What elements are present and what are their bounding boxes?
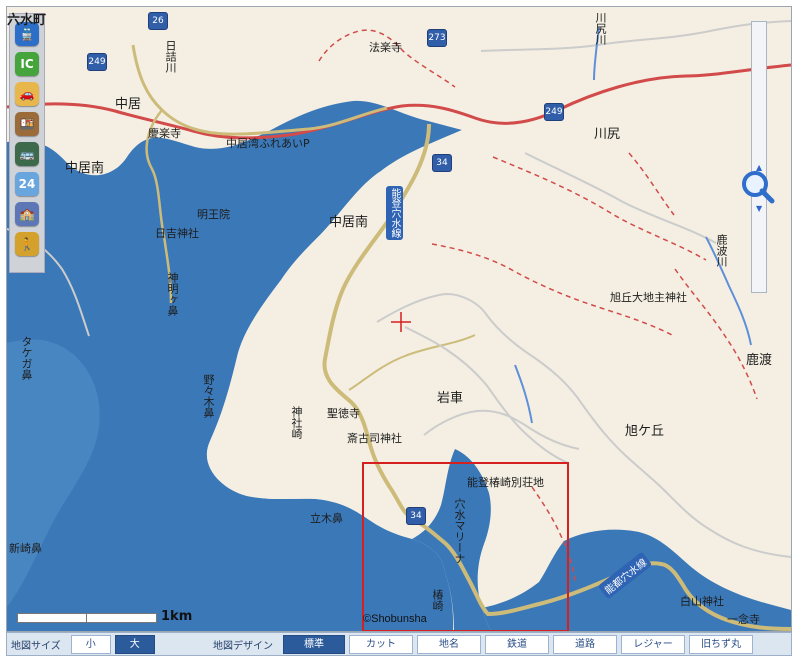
- poi-label: 神社崎: [290, 406, 303, 439]
- ic-icon[interactable]: IC: [15, 52, 39, 76]
- poi-label: 慶楽寺: [148, 127, 181, 140]
- left-toolbar: 🚆 IC 🚗 🍱 🚌 24 🏫 🚶: [9, 13, 45, 273]
- map-size-label: 地図サイズ: [11, 640, 61, 652]
- poi-label: 明王院: [197, 208, 230, 221]
- magnifier-icon[interactable]: [741, 170, 777, 206]
- route-marker: 273: [427, 29, 447, 47]
- poi-label: 一念寺: [727, 613, 760, 626]
- size-large-button[interactable]: 大: [114, 634, 155, 654]
- design-rail-button[interactable]: 鉄道: [485, 634, 549, 654]
- map-credit: ©Shobunsha: [363, 613, 427, 625]
- design-cut-button[interactable]: カット: [349, 634, 413, 654]
- car-icon[interactable]: 🚗: [15, 82, 39, 106]
- bus-icon[interactable]: 🚌: [15, 142, 39, 166]
- poi-label: 能登椿崎別荘地: [467, 476, 544, 489]
- route-marker: 34: [406, 507, 426, 525]
- poi-label: 川尻川: [594, 12, 607, 45]
- road-sign: 能登穴水線: [386, 186, 403, 240]
- map-label-place: 旭ケ丘: [625, 424, 665, 439]
- poi-label: 中居湾ふれあいP: [226, 137, 310, 150]
- map-label-cape: 椿崎: [431, 589, 444, 611]
- poi-label: 日吉神社: [155, 227, 199, 240]
- route-marker: 249: [544, 103, 564, 121]
- poi-label: タケガ鼻: [20, 336, 33, 380]
- map-label-town: 六水町: [7, 13, 47, 28]
- design-leisure-button[interactable]: レジャー: [621, 634, 685, 654]
- map-frame: 🚆 IC 🚗 🍱 🚌 24 🏫 🚶 ▲ ▼ 26 249 273 249 34 …: [6, 6, 792, 632]
- design-standard-button[interactable]: 標準: [283, 634, 345, 654]
- map-label-cape: 新崎鼻: [9, 542, 42, 555]
- map-size-group: 地図サイズ 小 大: [11, 633, 155, 655]
- route-marker: 26: [148, 12, 168, 30]
- design-old-map-button[interactable]: 旧ちず丸: [689, 634, 753, 654]
- poi-label: 旭丘大地主神社: [610, 291, 687, 304]
- poi-label: 神明ヶ鼻: [166, 272, 179, 316]
- map-label-place: 中居南: [65, 161, 105, 176]
- map-label-place: 中居: [115, 97, 142, 112]
- poi-label: 聖徳寺: [327, 407, 360, 420]
- map-label-place: 中居南: [329, 215, 369, 230]
- design-placename-button[interactable]: 地名: [417, 634, 481, 654]
- poi-label: 法楽寺: [369, 41, 402, 54]
- bento-icon[interactable]: 🍱: [15, 112, 39, 136]
- route-marker: 249: [87, 53, 107, 71]
- calendar-icon[interactable]: 24: [15, 172, 39, 196]
- map-label-place: 鹿渡: [746, 353, 773, 368]
- poi-label: 斎古司神社: [347, 432, 402, 445]
- poi-label: 白山神社: [680, 595, 724, 608]
- route-marker: 34: [432, 154, 452, 172]
- poi-label: 鹿波川: [715, 234, 728, 267]
- map-design-label: 地図デザイン: [213, 640, 273, 652]
- map-label-cape: 立木鼻: [310, 512, 343, 525]
- design-road-button[interactable]: 道路: [553, 634, 617, 654]
- map-controls-bar: 地図サイズ 小 大 地図デザイン 標準 カット 地名 鉄道 道路 レジャー 旧ち…: [6, 632, 792, 656]
- poi-label: 日詰川: [164, 40, 177, 73]
- poi-label: 野々木鼻: [202, 374, 215, 418]
- map-label-place: 川尻: [594, 127, 621, 142]
- zoom-slider-track[interactable]: [751, 21, 767, 293]
- map-label-place: 岩車: [437, 391, 464, 406]
- size-small-button[interactable]: 小: [70, 634, 111, 654]
- map-design-group: 地図デザイン 標準 カット 地名 鉄道 道路 レジャー 旧ちず丸: [213, 633, 753, 655]
- scale-label: 1km: [161, 609, 193, 624]
- walking-icon[interactable]: 🚶: [15, 232, 39, 256]
- scale-bar: [17, 613, 157, 623]
- poi-label: 穴水マリーナ: [453, 498, 466, 564]
- station-icon[interactable]: 🏫: [15, 202, 39, 226]
